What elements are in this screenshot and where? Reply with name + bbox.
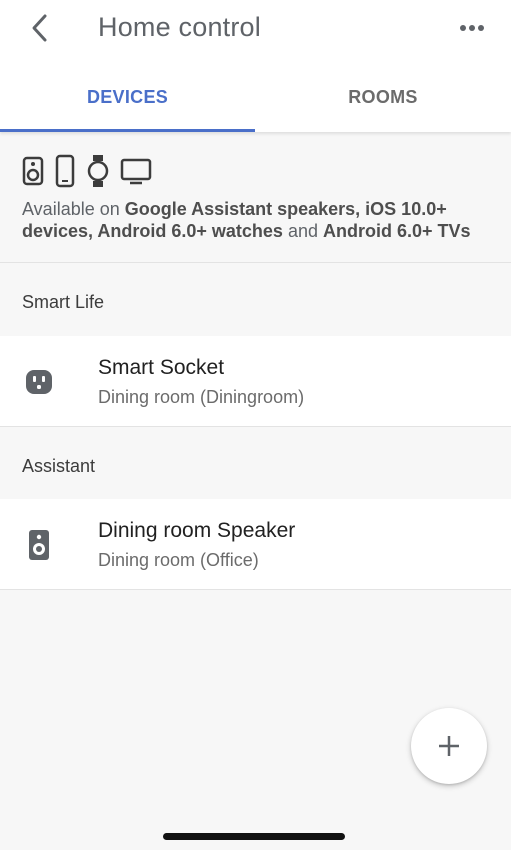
availability-info: Available on Google Assistant speakers, … xyxy=(0,132,511,263)
device-room: Dining room (Office) xyxy=(98,550,259,570)
page-title: Home control xyxy=(98,12,261,42)
availability-text: Available on Google Assistant speakers, … xyxy=(22,198,502,242)
device-row-dining-room-speaker[interactable]: Dining room Speaker Dining room (Office) xyxy=(0,499,511,590)
section-title: Smart Life xyxy=(22,292,105,312)
section-header-assistant: Assistant xyxy=(0,428,511,500)
speaker-icon xyxy=(22,154,44,188)
back-button[interactable] xyxy=(20,8,60,48)
availability-middle: and xyxy=(282,221,323,241)
supported-device-icons xyxy=(22,154,152,188)
tab-devices[interactable]: DEVICES xyxy=(0,70,255,132)
outlet-icon xyxy=(26,370,52,394)
device-name: Smart Socket xyxy=(98,356,225,379)
device-row-smart-socket[interactable]: Smart Socket Dining room (Diningroom) xyxy=(0,336,511,427)
tv-icon xyxy=(120,154,152,188)
device-name: Dining room Speaker xyxy=(98,519,296,542)
watch-icon xyxy=(86,154,110,188)
speaker-icon xyxy=(29,530,49,560)
chevron-left-icon xyxy=(32,14,47,42)
section-title: Assistant xyxy=(22,456,96,476)
availability-prefix: Available on xyxy=(22,199,125,219)
tab-rooms-label: ROOMS xyxy=(348,87,418,107)
more-horizontal-icon xyxy=(460,25,484,31)
tab-selected-indicator xyxy=(0,129,255,132)
phone-icon xyxy=(54,154,76,188)
tab-devices-label: DEVICES xyxy=(86,87,169,107)
availability-tvs: Android 6.0+ TVs xyxy=(323,221,471,241)
add-device-button[interactable] xyxy=(411,708,487,784)
section-header-smart-life: Smart Life xyxy=(0,264,511,336)
plus-icon xyxy=(439,736,459,756)
tab-rooms[interactable]: ROOMS xyxy=(255,70,511,132)
more-options-button[interactable] xyxy=(452,8,492,48)
device-room: Dining room (Diningroom) xyxy=(98,387,305,407)
home-indicator[interactable] xyxy=(163,833,345,840)
app-bar: Home control DEVICES ROOMS xyxy=(0,0,511,132)
